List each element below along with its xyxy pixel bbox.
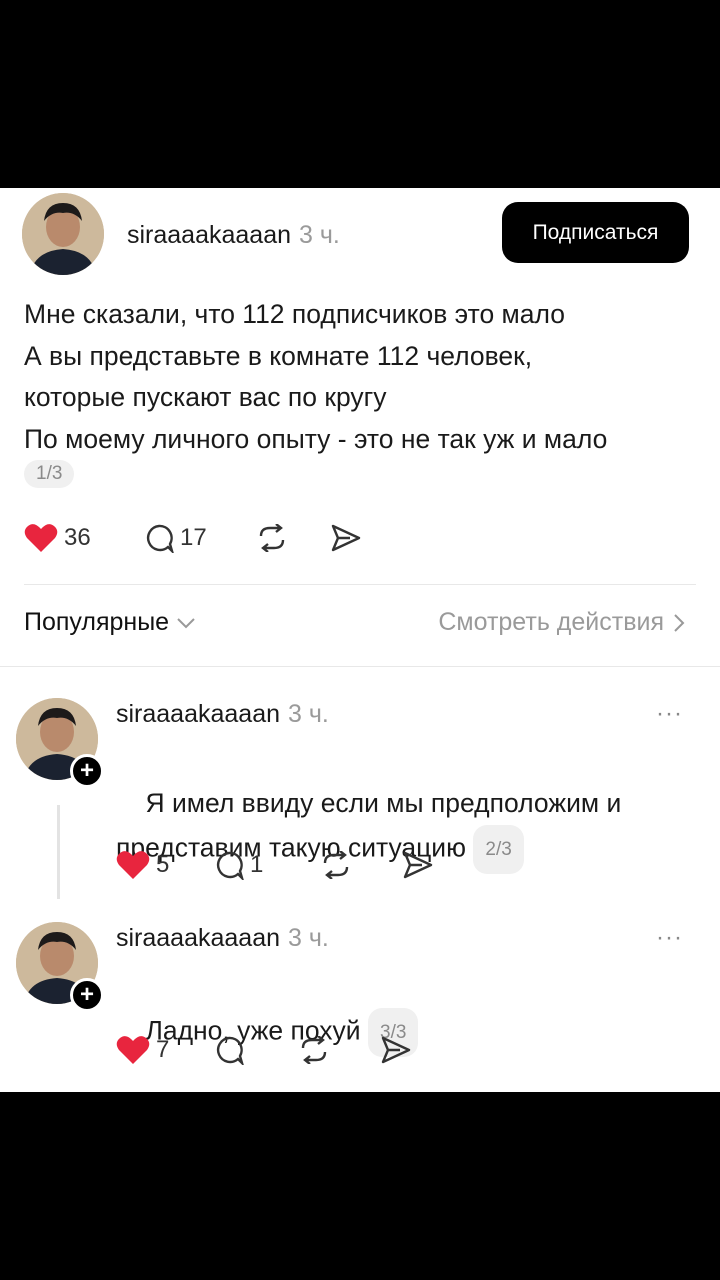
reply-like-count: 7	[156, 1036, 170, 1063]
section-divider	[0, 666, 720, 667]
actions-divider	[24, 584, 696, 585]
reply-like-count: 5	[156, 851, 170, 878]
reply-actions: 5 1	[116, 849, 434, 881]
repost-icon	[323, 851, 349, 879]
avatar[interactable]	[22, 193, 104, 275]
heart-icon	[24, 524, 58, 552]
reply-time: 3 ч.	[288, 924, 329, 952]
sort-dropdown[interactable]: Популярные	[24, 608, 197, 637]
more-options-icon[interactable]: ···	[656, 924, 683, 952]
thread-line	[57, 805, 60, 899]
post-repost-button[interactable]	[256, 524, 330, 552]
repost-icon	[259, 524, 285, 552]
more-options-icon[interactable]: ···	[656, 700, 683, 728]
reply-repost-button[interactable]	[298, 1036, 380, 1064]
reply-text: Я имел ввиду если мы предположим и предс…	[116, 739, 621, 917]
post-like-button[interactable]: 36	[24, 522, 144, 554]
reply-time: 3 ч.	[288, 700, 329, 728]
reply-comment-button[interactable]: 1	[214, 850, 320, 880]
comment-icon	[146, 524, 174, 553]
post-screen: siraaaakaaaan 3 ч. Подписаться Мне сказал…	[0, 188, 720, 1092]
reply-share-button[interactable]	[380, 1036, 412, 1064]
post-like-count: 36	[64, 524, 91, 551]
view-activity-link[interactable]: Смотреть действия	[438, 608, 686, 637]
reply-like-button[interactable]: 7	[116, 1034, 214, 1066]
post-username[interactable]: siraaaakaaaan	[127, 221, 291, 249]
follow-button[interactable]: Подписаться	[502, 202, 689, 263]
reply-share-button[interactable]	[402, 851, 434, 879]
chevron-down-icon	[177, 617, 195, 628]
view-activity-label: Смотреть действия	[438, 608, 664, 636]
post-actions: 36 17	[24, 522, 362, 554]
send-icon	[331, 524, 361, 552]
post-share-button[interactable]	[330, 524, 362, 552]
heart-icon	[116, 851, 150, 879]
comment-icon	[216, 851, 244, 880]
send-icon	[381, 1036, 411, 1064]
follow-plus-icon[interactable]: +	[70, 978, 104, 1012]
reply-comment-count: 1	[250, 851, 264, 878]
comment-icon	[216, 1036, 244, 1065]
post-comment-button[interactable]: 17	[144, 523, 256, 553]
post-text: Мне сказали, что 112 подписчиков это мал…	[24, 299, 608, 454]
reply-repost-button[interactable]	[320, 851, 402, 879]
follow-plus-icon[interactable]: +	[70, 754, 104, 788]
post-page-indicator-wrap: 1/3	[24, 460, 75, 488]
chevron-right-icon	[674, 613, 685, 632]
reply-page-indicator: 2/3	[473, 825, 524, 874]
post-page-indicator: 1/3	[24, 460, 75, 488]
post-username-row: siraaaakaaaan 3 ч.	[127, 221, 340, 250]
post-comment-count: 17	[180, 524, 207, 551]
reply-text: Ладно, уже похуй 3/3	[116, 965, 419, 1092]
reply-username-row: siraaaakaaaan 3 ч.	[116, 700, 329, 729]
repost-icon	[301, 1036, 327, 1064]
sort-label: Популярные	[24, 608, 170, 636]
post-time: 3 ч.	[299, 221, 340, 249]
reply-like-button[interactable]: 5	[116, 849, 214, 881]
reply-actions: 7	[116, 1034, 412, 1066]
reply-username-row: siraaaakaaaan 3 ч.	[116, 924, 329, 953]
heart-icon	[116, 1036, 150, 1064]
send-icon	[403, 851, 433, 879]
reply-username[interactable]: siraaaakaaaan	[116, 700, 280, 728]
reply-username[interactable]: siraaaakaaaan	[116, 924, 280, 952]
reply-comment-button[interactable]	[214, 1035, 298, 1065]
